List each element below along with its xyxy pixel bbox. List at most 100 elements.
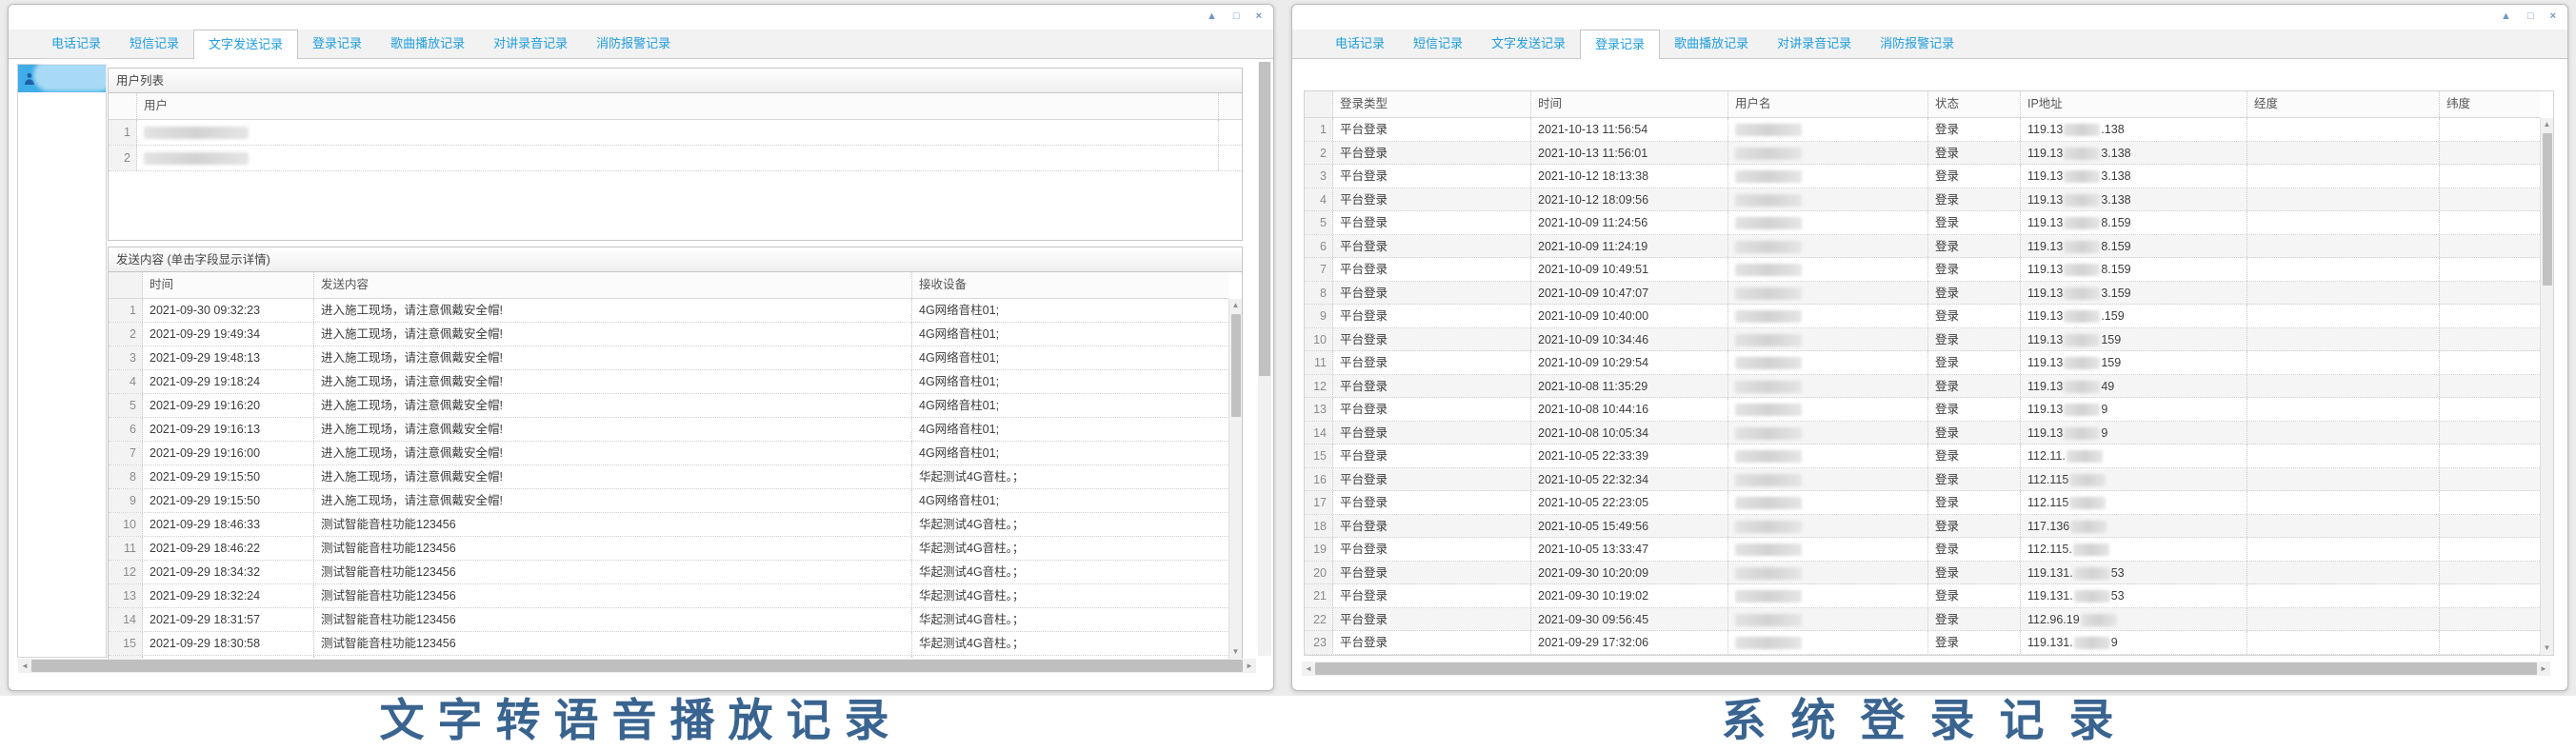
column-header-time[interactable]: 时间 [143,272,314,298]
login-record-row[interactable]: 10 平台登录 2021-10-09 10:34:46 登录 119.13159 [1305,328,2540,352]
redacted-ip-part [2064,404,2100,416]
collapse-icon[interactable]: ▲ [2501,10,2511,23]
login-record-row[interactable]: 8 平台登录 2021-10-09 10:47:07 登录 119.133.15… [1305,282,2540,306]
tab[interactable]: 消防报警记录 [582,30,685,58]
login-record-row[interactable]: 12 平台登录 2021-10-08 11:35:29 登录 119.1349 [1305,375,2540,399]
scrollbar-thumb[interactable] [1259,62,1270,376]
scroll-left-icon[interactable]: ◄ [18,662,31,670]
tab[interactable]: 文字发送记录 [193,30,298,59]
login-grid-vertical-scrollbar[interactable]: ▲ ▼ [2540,118,2553,655]
scroll-right-icon[interactable]: ► [1243,662,1256,670]
tab[interactable]: 消防报警记录 [1866,30,1968,58]
row-number: 14 [109,608,143,631]
column-header-status[interactable]: 状态 [1928,91,2021,117]
login-record-row[interactable]: 9 平台登录 2021-10-09 10:40:00 登录 119.13.159 [1305,305,2540,328]
scroll-down-icon[interactable]: ▼ [2541,642,2553,655]
login-record-row[interactable]: 6 平台登录 2021-10-09 11:24:19 登录 119.138.15… [1305,235,2540,259]
login-record-row[interactable]: 19 平台登录 2021-10-05 13:33:47 登录 112.115. [1305,538,2540,562]
window-horizontal-scrollbar[interactable]: ◄ ► [1302,662,2550,676]
send-record-row[interactable]: 9 2021-09-29 19:15:50 进入施工现场，请注意佩戴安全帽! 4… [109,489,1228,513]
tab[interactable]: 对讲录音记录 [1763,30,1866,58]
ip-cell: 119.13159 [2021,328,2247,351]
column-header-login-type[interactable]: 登录类型 [1333,91,1531,117]
login-record-row[interactable]: 11 平台登录 2021-10-09 10:29:54 登录 119.13159 [1305,351,2540,375]
close-icon[interactable]: × [2550,10,2556,23]
send-record-row[interactable]: 14 2021-09-29 18:31:57 测试智能音柱功能123456 华起… [109,608,1228,632]
send-record-row[interactable]: 3 2021-09-29 19:48:13 进入施工现场，请注意佩戴安全帽! 4… [109,346,1228,370]
scroll-left-icon[interactable]: ◄ [1302,664,1315,673]
login-record-row[interactable]: 22 平台登录 2021-09-30 09:56:45 登录 112.96.19 [1305,608,2540,632]
login-record-row[interactable]: 21 平台登录 2021-09-30 10:19:02 登录 119.131.5… [1305,584,2540,608]
login-record-row[interactable]: 7 平台登录 2021-10-09 10:49:51 登录 119.138.15… [1305,258,2540,282]
window-vertical-scrollbar[interactable] [1258,62,1271,656]
scroll-right-icon[interactable]: ► [2537,664,2550,673]
login-record-row[interactable]: 18 平台登录 2021-10-05 15:49:56 登录 117.136 [1305,515,2540,539]
maximize-icon[interactable]: □ [1233,10,1240,23]
login-record-row[interactable]: 3 平台登录 2021-10-12 18:13:38 登录 119.133.13… [1305,165,2540,188]
scrollbar-thumb[interactable] [2543,133,2552,286]
send-record-row[interactable]: 10 2021-09-29 18:46:33 测试智能音柱功能123456 华起… [109,513,1228,537]
tab[interactable]: 歌曲播放记录 [1660,30,1763,58]
send-record-row[interactable]: 5 2021-09-29 19:16:20 进入施工现场，请注意佩戴安全帽! 4… [109,394,1228,418]
scrollbar-thumb[interactable] [1231,314,1241,417]
login-record-row[interactable]: 5 平台登录 2021-10-09 11:24:56 登录 119.138.15… [1305,211,2540,235]
login-record-row[interactable]: 14 平台登录 2021-10-08 10:05:34 登录 119.139 [1305,422,2540,445]
column-header-longitude[interactable]: 经度 [2247,91,2440,117]
tab[interactable]: 电话记录 [1321,30,1399,58]
collapse-icon[interactable]: ▲ [1207,10,1217,23]
login-record-row[interactable]: 15 平台登录 2021-10-05 22:33:39 登录 112.11. [1305,445,2540,468]
column-header-content[interactable]: 发送内容 [314,272,912,298]
column-header-username[interactable]: 用户名 [1728,91,1928,117]
login-record-row[interactable]: 20 平台登录 2021-09-30 10:20:09 登录 119.131.5… [1305,562,2540,585]
send-record-row[interactable]: 6 2021-09-29 19:16:13 进入施工现场，请注意佩戴安全帽! 4… [109,418,1228,442]
send-grid-vertical-scrollbar[interactable]: ▲ ▼ [1228,299,1242,659]
column-header-time[interactable]: 时间 [1531,91,1728,117]
login-record-row[interactable]: 4 平台登录 2021-10-12 18:09:56 登录 119.133.13… [1305,188,2540,212]
send-record-row[interactable]: 13 2021-09-29 18:32:24 测试智能音柱功能123456 华起… [109,584,1228,608]
tab[interactable]: 登录记录 [1580,30,1660,59]
window-horizontal-scrollbar[interactable]: ◄ ► [18,659,1256,673]
column-header-latitude[interactable]: 纬度 [2440,91,2540,117]
login-record-row[interactable]: 13 平台登录 2021-10-08 10:44:16 登录 119.139 [1305,398,2540,422]
scroll-up-icon[interactable]: ▲ [1229,299,1242,312]
ip-suffix: 9 [2101,403,2107,416]
send-record-row[interactable]: 2 2021-09-29 19:49:34 进入施工现场，请注意佩戴安全帽! 4… [109,323,1228,346]
scroll-down-icon[interactable]: ▼ [1229,645,1242,659]
redacted-ip-part [2064,217,2100,229]
tab[interactable]: 短信记录 [1399,30,1477,58]
column-header-device[interactable]: 接收设备 [912,272,1228,298]
send-record-row[interactable]: 1 2021-09-30 09:32:23 进入施工现场，请注意佩戴安全帽! 4… [109,299,1228,323]
login-record-row[interactable]: 23 平台登录 2021-09-29 17:32:06 登录 119.131.9 [1305,631,2540,655]
tab[interactable]: 登录记录 [298,30,376,58]
right-window-titlebar[interactable]: ▲ □ × [1292,5,2567,30]
column-header-user[interactable]: 用户 [137,93,1219,119]
send-record-row[interactable]: 7 2021-09-29 19:16:00 进入施工现场，请注意佩戴安全帽! 4… [109,442,1228,465]
maximize-icon[interactable]: □ [2527,10,2534,23]
ip-suffix: 159 [2101,333,2121,346]
login-record-row[interactable]: 1 平台登录 2021-10-13 11:56:54 登录 119.13.138 [1305,118,2540,142]
tab[interactable]: 电话记录 [37,30,115,58]
tab[interactable]: 对讲录音记录 [479,30,582,58]
device-cell: 华起测试4G音柱。； [912,632,1228,655]
tab[interactable]: 文字发送记录 [1477,30,1580,58]
login-record-row[interactable]: 16 平台登录 2021-10-05 22:32:34 登录 112.115 [1305,468,2540,492]
scroll-up-icon[interactable]: ▲ [2541,118,2553,131]
login-record-row[interactable]: 17 平台登录 2021-10-05 22:23:05 登录 112.115 [1305,491,2540,515]
tab[interactable]: 歌曲播放记录 [376,30,479,58]
user-row[interactable]: 2 [109,146,1242,171]
tree-item-selected-user[interactable] [18,65,106,92]
left-window-titlebar[interactable]: ▲ □ × [9,5,1273,30]
tab[interactable]: 短信记录 [115,30,193,58]
send-record-row[interactable]: 8 2021-09-29 19:15:50 进入施工现场，请注意佩戴安全帽! 华… [109,465,1228,489]
scrollbar-thumb[interactable] [1315,662,2537,675]
send-record-row[interactable]: 4 2021-09-29 19:18:24 进入施工现场，请注意佩戴安全帽! 4… [109,370,1228,394]
send-record-row[interactable]: 15 2021-09-29 18:30:58 测试智能音柱功能123456 华起… [109,632,1228,656]
send-record-row[interactable]: 11 2021-09-29 18:46:22 测试智能音柱功能123456 华起… [109,537,1228,561]
column-header-ip[interactable]: IP地址 [2021,91,2247,117]
send-record-row[interactable]: 12 2021-09-29 18:34:32 测试智能音柱功能123456 华起… [109,561,1228,584]
close-icon[interactable]: × [1256,10,1262,23]
scrollbar-thumb[interactable] [31,660,1243,672]
login-record-row[interactable]: 2 平台登录 2021-10-13 11:56:01 登录 119.133.13… [1305,142,2540,166]
user-row[interactable]: 1 [109,120,1242,146]
redacted-ip-part [2064,170,2100,183]
